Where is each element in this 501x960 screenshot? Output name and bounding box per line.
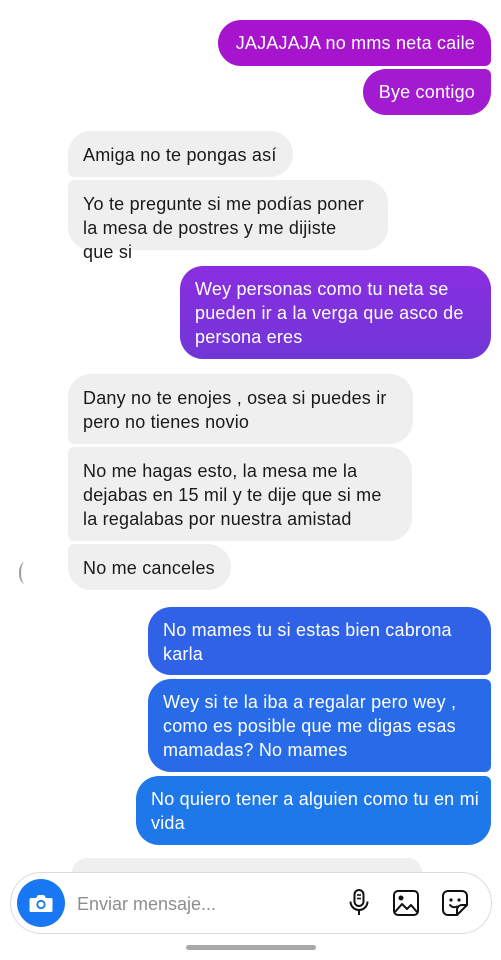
message-input[interactable]	[75, 889, 339, 919]
avatar	[19, 562, 31, 584]
received-message-bubble[interactable]: No me canceles	[68, 544, 231, 590]
microphone-button[interactable]	[343, 887, 375, 919]
camera-icon	[29, 895, 53, 912]
sent-message-bubble[interactable]: Bye contigo	[362, 69, 491, 115]
sticker-button[interactable]	[439, 887, 471, 919]
camera-button[interactable]	[17, 879, 65, 927]
sent-message-bubble[interactable]: Wey si te la iba a regalar pero wey , co…	[148, 679, 491, 772]
received-message-bubble[interactable]: Amiga no te pongas así	[68, 131, 293, 177]
sent-message-bubble[interactable]: No mames tu si estas bien cabrona karla	[148, 607, 491, 675]
received-message-bubble[interactable]: Dany no te enojes , osea si puedes ir pe…	[68, 374, 413, 444]
home-indicator	[186, 945, 316, 950]
received-message-bubble[interactable]: No me hagas esto, la mesa me la dejabas …	[68, 447, 412, 541]
sent-message-bubble[interactable]: Wey personas como tu neta se pueden ir a…	[180, 266, 491, 359]
gallery-icon	[393, 890, 419, 916]
message-composer	[10, 872, 492, 934]
gallery-button[interactable]	[390, 887, 422, 919]
sent-message-bubble[interactable]: JAJAJAJA no mms neta caile	[217, 20, 491, 66]
sticker-icon	[442, 890, 468, 916]
received-message-bubble[interactable]: Yo te pregunte si me podías poner la mes…	[68, 180, 388, 262]
sent-message-bubble[interactable]: No quiero tener a alguien como tu en mi …	[136, 776, 491, 845]
chat-screen: JAJAJAJA no mms neta caile Bye contigo A…	[0, 0, 501, 960]
microphone-icon	[349, 889, 369, 915]
